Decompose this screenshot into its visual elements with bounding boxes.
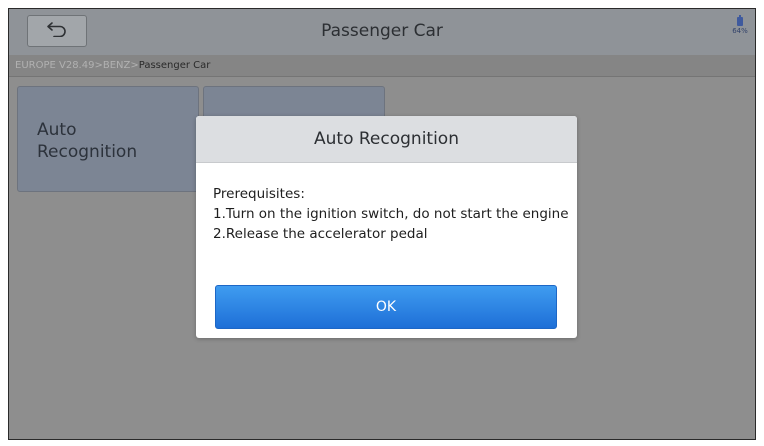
prerequisite-step-2: 2.Release the accelerator pedal xyxy=(213,226,428,242)
ok-button[interactable]: OK xyxy=(215,285,557,329)
modal-overlay: Auto Recognition Prerequisites: 1.Turn o… xyxy=(9,9,755,439)
dialog-message: Prerequisites: 1.Turn on the ignition sw… xyxy=(213,184,573,244)
prerequisite-step-1: 1.Turn on the ignition switch, do not st… xyxy=(213,206,569,222)
dialog-title: Auto Recognition xyxy=(196,116,577,163)
app-window: Passenger Car 64% EUROPE V28.49>BENZ>Pas… xyxy=(8,8,756,440)
prerequisites-heading: Prerequisites: xyxy=(213,186,305,202)
auto-recognition-dialog: Auto Recognition Prerequisites: 1.Turn o… xyxy=(196,116,577,338)
